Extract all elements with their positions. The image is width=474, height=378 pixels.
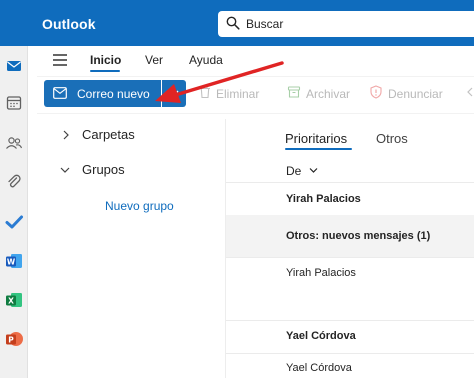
list-item-sender[interactable]: Yael Córdova — [286, 330, 356, 342]
active-tab-indicator — [90, 70, 120, 72]
list-item-sender[interactable]: Yirah Palacios — [286, 267, 356, 279]
folder-carpetas[interactable]: Carpetas — [82, 127, 135, 142]
people-icon[interactable] — [3, 132, 25, 154]
new-group-link[interactable]: Nuevo grupo — [105, 199, 174, 213]
svg-text:X: X — [8, 297, 14, 306]
chevron-down-icon[interactable] — [309, 167, 318, 174]
chevron-right-icon[interactable] — [61, 130, 71, 140]
powerpoint-icon[interactable]: P — [3, 328, 25, 350]
new-mail-label: Correo nuevo — [77, 87, 150, 101]
other-inbox-label[interactable]: Otros: nuevos mensajes (1) — [286, 230, 430, 242]
hamburger-icon[interactable] — [52, 53, 68, 67]
new-mail-button[interactable]: Correo nuevo — [44, 80, 161, 107]
divider — [226, 320, 474, 321]
app-title[interactable]: Outlook — [42, 16, 96, 32]
report-button[interactable]: Denunciar — [388, 87, 443, 101]
envelope-icon — [53, 87, 67, 99]
archive-icon — [287, 86, 301, 98]
tab-inicio[interactable]: Inicio — [90, 53, 121, 67]
search-input[interactable]: Buscar — [218, 11, 474, 37]
sort-by-from[interactable]: De — [286, 164, 301, 178]
app-rail: W X P — [0, 46, 28, 378]
excel-icon[interactable]: X — [3, 289, 25, 311]
report-icon — [370, 85, 382, 99]
search-placeholder: Buscar — [246, 17, 284, 31]
chevron-left-icon[interactable] — [465, 85, 474, 99]
svg-text:P: P — [8, 336, 14, 345]
calendar-icon[interactable] — [3, 92, 25, 114]
todo-icon[interactable] — [3, 211, 25, 233]
folder-grupos[interactable]: Grupos — [82, 162, 125, 177]
divider — [226, 182, 474, 183]
tab-otros[interactable]: Otros — [376, 131, 408, 146]
attach-icon[interactable] — [3, 171, 25, 193]
chevron-down-icon[interactable] — [60, 165, 70, 175]
list-item-sender[interactable]: Yael Córdova — [286, 362, 352, 374]
tab-prioritarios[interactable]: Prioritarios — [285, 131, 347, 146]
word-icon[interactable]: W — [3, 250, 25, 272]
mail-icon[interactable] — [3, 55, 25, 77]
divider — [226, 353, 474, 354]
top-bar: Outlook Buscar — [0, 0, 474, 46]
red-arrow-annotation — [155, 61, 284, 103]
divider — [226, 257, 474, 258]
archive-button[interactable]: Archivar — [306, 87, 350, 101]
active-pivot-indicator — [285, 148, 352, 150]
list-item-sender[interactable]: Yirah Palacios — [286, 193, 361, 205]
search-icon — [226, 16, 240, 30]
svg-text:W: W — [7, 258, 16, 267]
